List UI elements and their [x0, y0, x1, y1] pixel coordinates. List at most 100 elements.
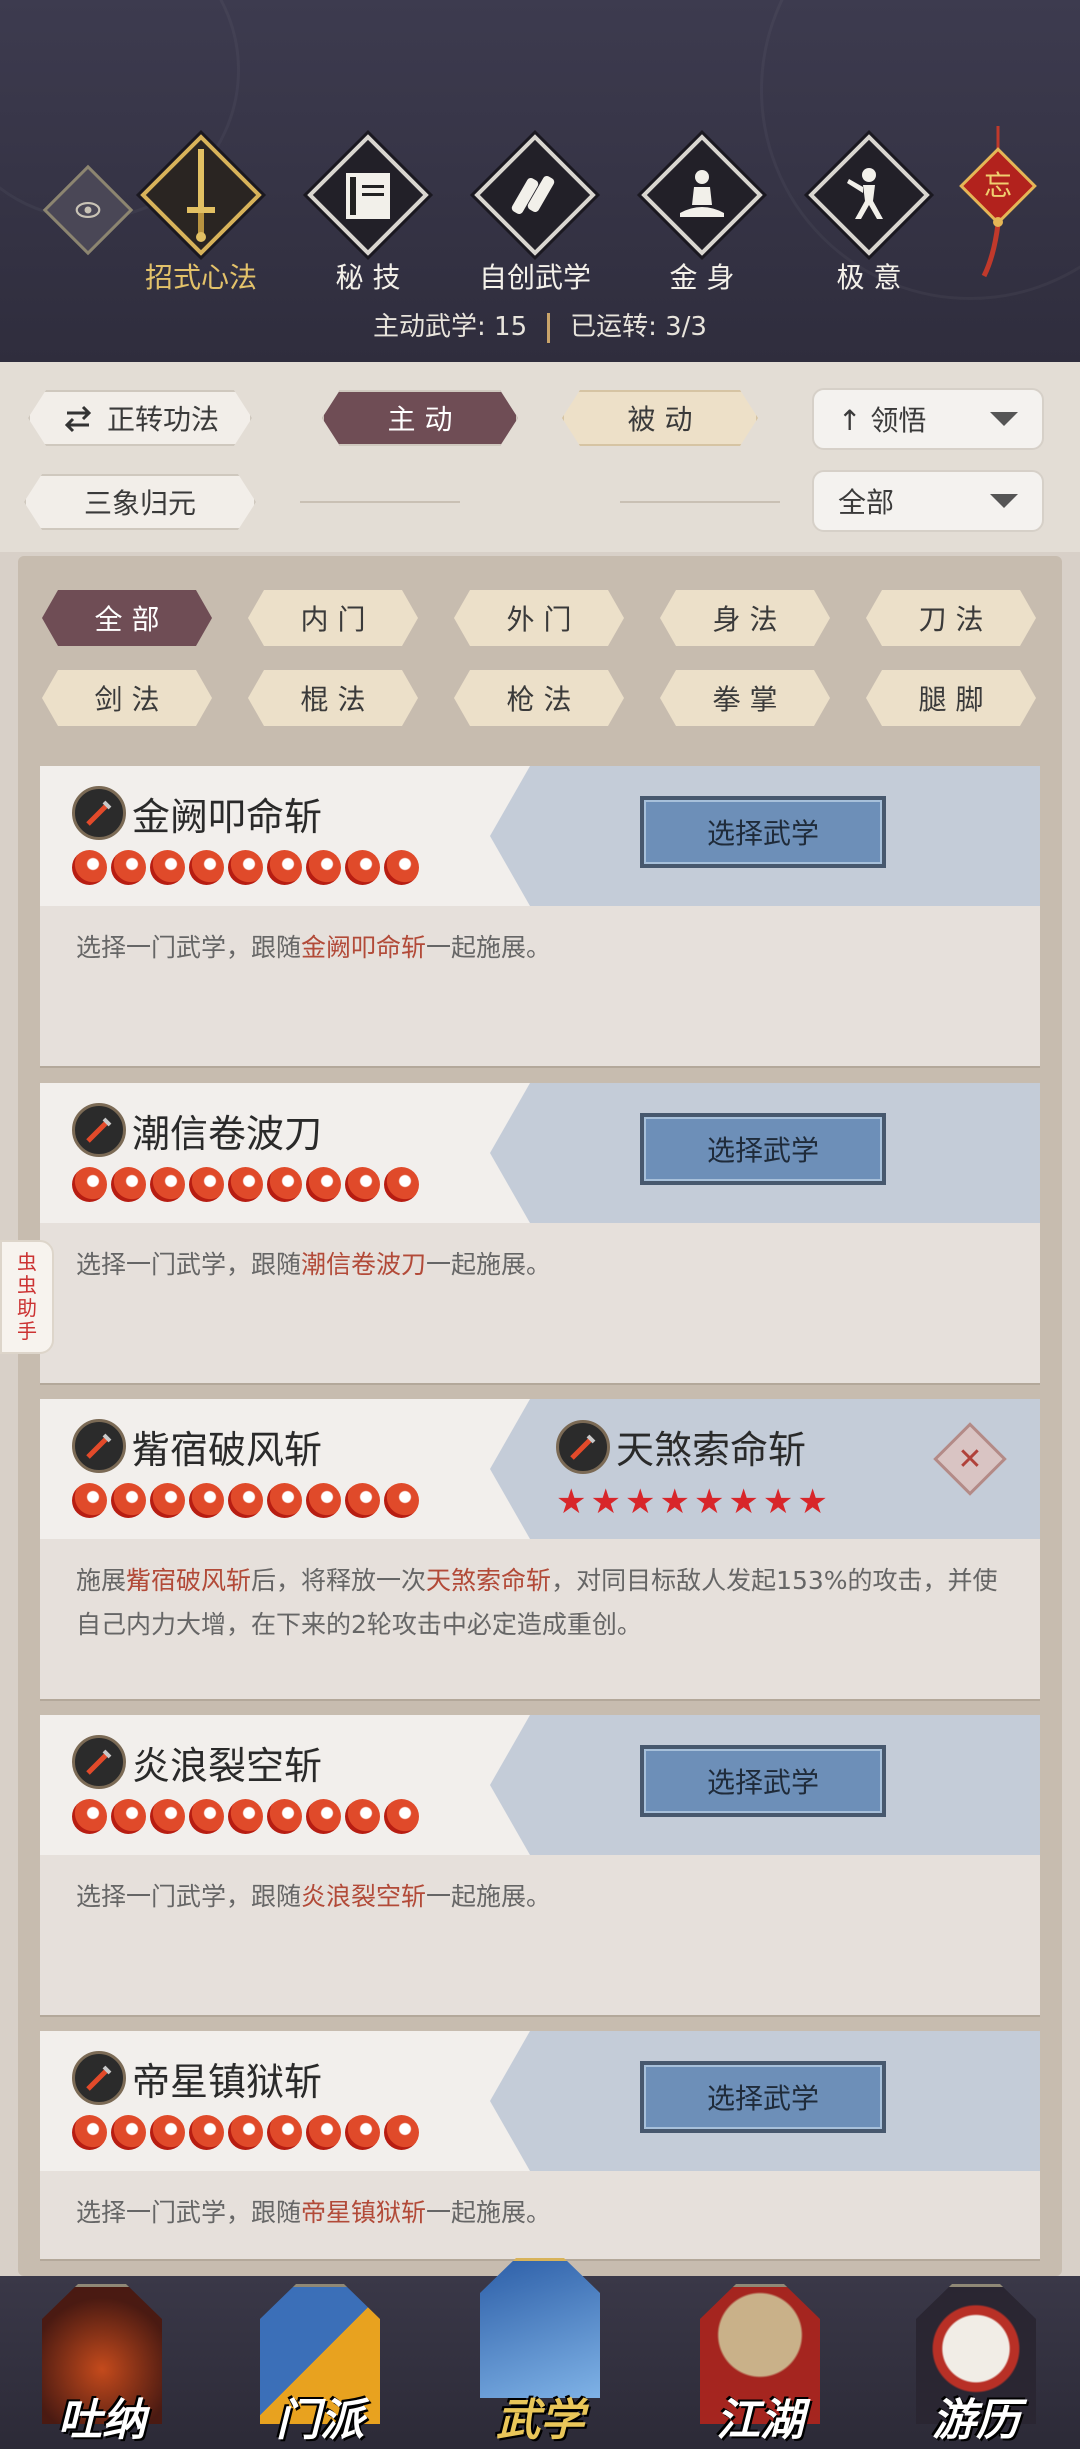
category-blade[interactable]: 刀 法	[866, 590, 1036, 646]
skill-description: 施展觜宿破风斩后，将释放一次天煞索命斩，对同目标敌人发起153%的攻击，并使自己…	[76, 1559, 1006, 1647]
divider	[547, 312, 551, 343]
rank-orb	[228, 1799, 263, 1834]
skill-name: 金阙叩命斩	[132, 795, 323, 839]
skill-name: 潮信卷波刀	[132, 1112, 323, 1156]
rank-orb	[111, 1799, 146, 1834]
linked-skill[interactable]: 天煞索命斩	[556, 1419, 806, 1474]
select-skill-button[interactable]: 选择武学	[640, 2061, 886, 2133]
sort-dropdown[interactable]: ↑ 领悟	[812, 388, 1044, 450]
chinese-knot-button[interactable]: 忘	[954, 126, 1042, 286]
rank-orb	[384, 1799, 419, 1834]
sort-label: 领悟	[870, 404, 927, 437]
scope-dropdown[interactable]: 全部	[812, 470, 1044, 532]
desc-text: 选择一门武学，跟随	[76, 933, 302, 962]
nav-item-golden-body[interactable]: 金 身	[641, 134, 763, 294]
meditation-icon	[641, 140, 763, 250]
rank-orb	[267, 1799, 302, 1834]
linked-skill-stars: ★ ★ ★ ★ ★ ★ ★ ★	[556, 1485, 828, 1519]
desc-highlight: 觜宿破风斩	[126, 1566, 252, 1595]
desc-text: 一起施展。	[426, 933, 552, 962]
star-icon: ★	[797, 1482, 828, 1522]
rank-orb	[345, 1167, 380, 1202]
tab-active-skills[interactable]: 主 动	[322, 390, 518, 446]
rank-orb	[189, 1799, 224, 1834]
skill-rank-orbs	[72, 1167, 419, 1203]
skill-card: 金阙叩命斩 选择武学 选择一门武学，跟随金阙叩命斩一起施展。	[40, 766, 1040, 1066]
rank-orb	[189, 2115, 224, 2150]
divider	[300, 501, 460, 503]
category-outer[interactable]: 外 门	[454, 590, 624, 646]
swap-icon	[61, 403, 95, 433]
category-movement[interactable]: 身 法	[660, 590, 830, 646]
skill-name: 觜宿破风斩	[132, 1428, 323, 1472]
nav-item-label: 秘 技	[335, 261, 401, 294]
desc-highlight: 天煞索命斩	[426, 1566, 552, 1595]
running-count-text: 已运转: 3/3	[570, 312, 707, 342]
nav-item-secret[interactable]: 秘 技	[307, 134, 429, 294]
nav-sect[interactable]: 门派	[250, 2276, 390, 2449]
martial-stats: 主动武学: 15 已运转: 3/3	[0, 306, 1080, 343]
rank-orb	[189, 1167, 224, 1202]
skill-description: 选择一门武学，跟随金阙叩命斩一起施展。	[76, 926, 1006, 970]
close-icon: ✕	[957, 1441, 983, 1477]
category-inner[interactable]: 内 门	[248, 590, 418, 646]
rank-orb	[72, 1483, 107, 1518]
rank-orb	[228, 1483, 263, 1518]
star-icon: ★	[693, 1482, 725, 1522]
rank-orb	[345, 850, 380, 885]
nav-item-label: 招式心法	[144, 261, 257, 294]
desc-text: 选择一门武学，跟随	[76, 2198, 302, 2227]
desc-text: 施展	[76, 1566, 127, 1595]
blade-skill-icon	[72, 786, 126, 840]
skill-card: 觜宿破风斩 天煞索命斩 ★ ★ ★ ★ ★ ★ ★ ★ ✕ 施展觜宿破风斩后，将释放一次天煞索…	[40, 1399, 1040, 1699]
nav-label: 门派	[276, 2395, 364, 2446]
blade-skill-icon	[72, 1419, 126, 1473]
rank-orb	[306, 1483, 341, 1518]
category-sword[interactable]: 剑 法	[42, 670, 212, 726]
blade-skill-icon	[72, 1735, 126, 1789]
nav-item-selfmade[interactable]: 自创武学	[474, 134, 596, 294]
helper-char: 虫	[17, 1273, 37, 1297]
nav-martial[interactable]: 武学	[470, 2250, 610, 2446]
rank-orb	[306, 1799, 341, 1834]
sanxiang-button[interactable]: 三象归元	[24, 474, 256, 530]
rank-orb	[306, 1167, 341, 1202]
select-skill-button[interactable]: 选择武学	[640, 1113, 886, 1185]
rank-orb	[345, 2115, 380, 2150]
rank-orb	[384, 2115, 419, 2150]
nav-breathing[interactable]: 吐纳	[32, 2276, 172, 2449]
category-staff[interactable]: 棍 法	[248, 670, 418, 726]
category-leg[interactable]: 腿 脚	[866, 670, 1036, 726]
desc-text: 选择一门武学，跟随	[76, 1250, 302, 1279]
desc-text: 一起施展。	[426, 1250, 552, 1279]
rank-orb	[189, 1483, 224, 1518]
category-fist[interactable]: 拳 掌	[660, 670, 830, 726]
helper-side-tab[interactable]: 虫 虫 助 手	[0, 1240, 54, 1354]
nav-jianghu[interactable]: 江湖	[690, 2276, 830, 2449]
rank-orb	[189, 850, 224, 885]
rank-orb	[306, 2115, 341, 2150]
category-spear[interactable]: 枪 法	[454, 670, 624, 726]
rank-orb	[228, 1167, 263, 1202]
skill-description: 选择一门武学，跟随帝星镇狱斩一起施展。	[76, 2191, 1006, 2235]
rank-orb	[267, 850, 302, 885]
skill-description: 选择一门武学，跟随潮信卷波刀一起施展。	[76, 1243, 1006, 1287]
rank-orb	[228, 2115, 263, 2150]
star-icon: ★	[659, 1482, 690, 1522]
skill-rank-orbs	[72, 1483, 419, 1519]
rank-orb	[72, 2115, 107, 2150]
select-skill-button[interactable]: 选择武学	[640, 1745, 886, 1817]
rank-orb	[111, 1167, 146, 1202]
scroll-icon	[474, 140, 596, 250]
nav-item-ultimate[interactable]: 极 意	[808, 134, 930, 294]
select-skill-button[interactable]: 选择武学	[640, 796, 886, 868]
rank-orb	[150, 2115, 185, 2150]
skill-card: 潮信卷波刀 选择武学 选择一门武学，跟随潮信卷波刀一起施展。	[40, 1083, 1040, 1383]
tab-passive-skills[interactable]: 被 动	[562, 390, 758, 446]
martial-pose-icon	[808, 140, 930, 250]
star-icon: ★	[762, 1482, 794, 1522]
nav-travel[interactable]: 游历	[906, 2276, 1046, 2449]
switch-method-button[interactable]: 正转功法	[28, 390, 252, 446]
nav-item-moves[interactable]: 招式心法	[140, 134, 262, 294]
category-all[interactable]: 全 部	[42, 590, 212, 646]
